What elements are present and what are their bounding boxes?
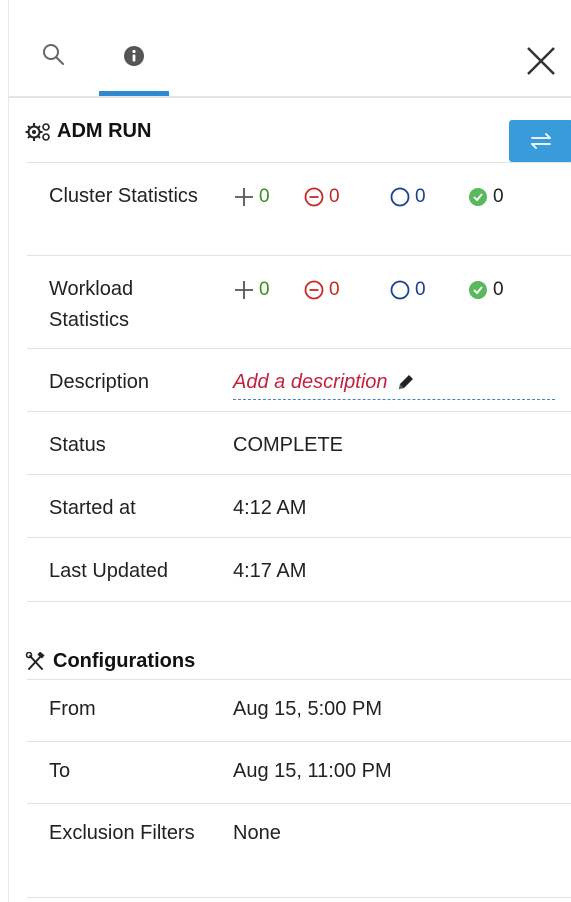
cluster-added-count: 0: [259, 185, 270, 207]
circle-icon: [390, 280, 410, 299]
workload-removed-stat: 0: [303, 279, 389, 301]
check-circle-icon: [469, 187, 487, 206]
configurations-title-text: Configurations: [53, 650, 196, 672]
description-label: Description: [49, 371, 150, 393]
to-label: To: [49, 760, 71, 782]
row-exclusion-filters: Exclusion Filters None: [27, 803, 571, 898]
workload-added-count: 0: [259, 278, 270, 300]
swap-button[interactable]: [509, 120, 571, 162]
workload-statistics-label: Workload Statistics: [49, 278, 134, 331]
check-circle-icon: [469, 280, 487, 299]
last-updated-label: Last Updated: [49, 560, 168, 582]
pencil-icon: [398, 375, 413, 389]
minus-circle-icon: [304, 280, 324, 299]
gears-icon: [25, 122, 50, 141]
row-last-updated: Last Updated 4:17 AM: [27, 537, 571, 602]
search-icon: [43, 44, 64, 65]
workload-approved-count: 0: [493, 278, 504, 300]
last-updated-value: 4:17 AM: [233, 560, 307, 582]
configurations-title: Configurations: [25, 650, 195, 673]
started-at-value: 4:12 AM: [233, 497, 307, 519]
cluster-removed-stat: 0: [303, 186, 389, 208]
workload-unchanged-count: 0: [415, 278, 426, 300]
tab-search[interactable]: [39, 40, 71, 80]
plus-icon: [235, 280, 253, 299]
row-from: From Aug 15, 5:00 PM: [27, 679, 571, 742]
cluster-removed-count: 0: [329, 185, 340, 207]
cluster-added-stat: 0: [233, 186, 303, 208]
row-started-at: Started at 4:12 AM: [27, 474, 571, 538]
cluster-statistics-values: 0 0 0 0: [233, 181, 527, 212]
exclusion-filters-value: None: [233, 822, 281, 844]
tab-info[interactable]: [117, 40, 157, 80]
cluster-unchanged-stat: 0: [389, 186, 467, 208]
row-status: Status COMPLETE: [27, 411, 571, 475]
workload-unchanged-stat: 0: [389, 279, 467, 301]
close-button[interactable]: [524, 44, 558, 78]
from-label: From: [49, 698, 96, 720]
started-at-label: Started at: [49, 497, 136, 519]
cluster-approved-count: 0: [493, 185, 504, 207]
add-description-text: Add a description: [233, 370, 388, 393]
cluster-unchanged-count: 0: [415, 185, 426, 207]
panel-header: [9, 0, 571, 98]
status-label: Status: [49, 434, 106, 456]
workload-approved-stat: 0: [467, 279, 527, 301]
adm-run-title: ADM RUN: [25, 120, 151, 143]
row-cluster-statistics: Cluster Statistics 0 0 0 0: [27, 162, 571, 256]
workload-statistics-values: 0 0 0 0: [233, 274, 527, 305]
status-value: COMPLETE: [233, 434, 344, 456]
plus-icon: [235, 187, 253, 206]
from-value: Aug 15, 5:00 PM: [233, 698, 382, 720]
row-workload-statistics: Workload Statistics 0 0 0 0: [27, 255, 571, 349]
cluster-statistics-label: Cluster Statistics: [49, 185, 198, 207]
row-description: Description Add a description: [27, 348, 571, 412]
cluster-approved-stat: 0: [467, 186, 527, 208]
add-description-link[interactable]: Add a description: [233, 365, 555, 400]
minus-circle-icon: [304, 187, 324, 206]
circle-icon: [390, 187, 410, 206]
adm-run-title-text: ADM RUN: [57, 120, 152, 142]
side-panel: ADM RUN Cluster Statistics 0 0 0 0 Workl…: [8, 0, 571, 902]
swap-arrows-icon: [531, 133, 551, 149]
row-to: To Aug 15, 11:00 PM: [27, 741, 571, 804]
exclusion-filters-label: Exclusion Filters: [49, 822, 195, 844]
workload-added-stat: 0: [233, 279, 303, 301]
tools-icon: [25, 651, 45, 670]
to-value: Aug 15, 11:00 PM: [233, 760, 392, 782]
workload-removed-count: 0: [329, 278, 340, 300]
close-icon: [527, 47, 555, 75]
info-icon: [124, 46, 144, 66]
active-tab-indicator: [99, 91, 169, 96]
